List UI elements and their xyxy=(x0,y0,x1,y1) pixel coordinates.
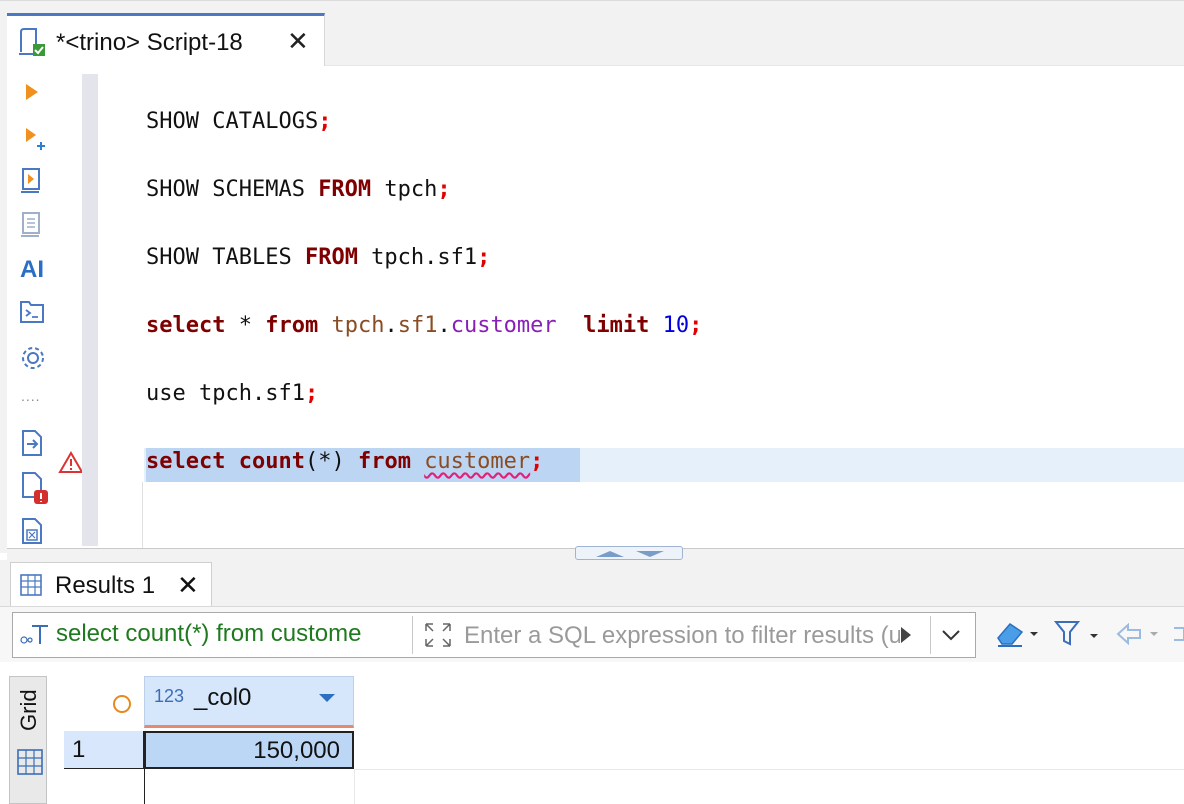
filter-input[interactable] xyxy=(464,617,900,655)
column-sort-chevron-down-icon[interactable] xyxy=(316,690,338,706)
sql-text-icon xyxy=(20,625,48,644)
code-line[interactable]: SHOW TABLES FROM tpch.sf1; xyxy=(146,242,490,274)
filter-divider-2 xyxy=(930,616,931,654)
code-token: SHOW TABLES xyxy=(146,245,305,270)
code-line[interactable]: SHOW SCHEMAS FROM tpch; xyxy=(146,174,451,206)
results-tab-close-icon[interactable]: ✕ xyxy=(177,570,199,601)
execute-statement-icon[interactable] xyxy=(21,80,43,104)
editor-tab-close-icon[interactable]: ✕ xyxy=(287,26,309,57)
sql-script-icon xyxy=(19,28,45,56)
code-line[interactable]: select * from tpch.sf1.customer limit 10… xyxy=(146,310,702,342)
ai-assistant-icon[interactable]: AI xyxy=(20,256,44,284)
code-line[interactable]: select count(*) from customer; xyxy=(146,446,543,478)
execute-in-new-tab-icon[interactable] xyxy=(21,124,49,152)
explain-plan-icon[interactable] xyxy=(20,210,48,240)
select-all-circle-icon[interactable] xyxy=(110,692,134,716)
code-token: ; xyxy=(304,381,319,406)
editor-tab-script[interactable]: *<trino> Script-18 ✕ xyxy=(7,13,325,66)
open-console-icon[interactable] xyxy=(19,298,47,326)
code-token: . xyxy=(384,313,398,338)
code-token: . xyxy=(437,313,451,338)
editor-tab-title: *<trino> Script-18 xyxy=(56,29,243,56)
code-token: use tpch.sf1 xyxy=(146,381,305,406)
code-token: count xyxy=(238,449,305,474)
editor-toolbar: AI .... xyxy=(7,66,82,548)
code-token: ; xyxy=(689,313,703,338)
code-token: (*) xyxy=(304,449,358,474)
code-token: tpch xyxy=(371,177,438,202)
code-token: from xyxy=(357,449,411,474)
gear-icon[interactable] xyxy=(19,344,47,372)
code-token: sf1 xyxy=(397,313,438,338)
code-token: FROM xyxy=(304,245,358,270)
code-line[interactable]: SHOW CATALOGS; xyxy=(146,106,331,138)
column-type-icon: 123 xyxy=(154,686,185,706)
code-token: from xyxy=(265,313,319,338)
table-cell[interactable]: 150,000 xyxy=(144,731,354,769)
expand-icon[interactable] xyxy=(422,620,454,650)
splitter-handle[interactable] xyxy=(575,546,683,560)
collapse-arrows-icon[interactable] xyxy=(592,549,668,559)
execute-script-icon[interactable] xyxy=(20,166,48,196)
editor-gutter xyxy=(82,74,98,546)
filter-icon[interactable] xyxy=(1052,616,1102,652)
cell-value: 150,000 xyxy=(253,737,340,764)
code-token: customer xyxy=(450,313,557,338)
export-icon[interactable] xyxy=(19,428,47,458)
code-token: select xyxy=(146,313,226,338)
active-query-text: select count(*) from custome xyxy=(56,620,362,647)
column-name: _col0 xyxy=(194,684,252,711)
filter-divider xyxy=(412,616,413,654)
code-token: limit xyxy=(583,313,650,338)
code-token: ; xyxy=(530,449,544,474)
results-tab-title: Results 1 xyxy=(55,572,156,599)
row-number: 1 xyxy=(72,736,86,763)
grid-table-icon xyxy=(20,574,42,596)
filter-history-dropdown-icon[interactable] xyxy=(940,628,962,642)
format-icon[interactable] xyxy=(19,516,47,546)
more-icon[interactable]: .... xyxy=(21,388,41,404)
left-border xyxy=(0,13,7,553)
code-token: FROM xyxy=(318,177,372,202)
row-number-cell[interactable]: 1 xyxy=(64,731,144,769)
grid-view-label: Grid xyxy=(16,689,41,731)
results-tab[interactable]: Results 1 ✕ xyxy=(10,562,212,606)
code-token: tpch xyxy=(331,313,385,338)
code-token: ; xyxy=(318,109,332,134)
column-separator xyxy=(354,769,355,804)
code-token: ; xyxy=(437,177,451,202)
code-token: select xyxy=(146,449,226,474)
code-token: SHOW CATALOGS xyxy=(146,109,319,134)
problems-icon[interactable] xyxy=(19,470,51,506)
eraser-icon[interactable] xyxy=(990,616,1040,652)
code-token: customer xyxy=(424,449,531,474)
back-arrow-icon[interactable] xyxy=(1112,616,1184,652)
code-token: SHOW SCHEMAS xyxy=(146,177,319,202)
row-separator xyxy=(354,769,1184,770)
warning-icon xyxy=(58,451,84,473)
grid-icon[interactable] xyxy=(16,748,44,776)
code-token: * xyxy=(225,313,266,338)
apply-filter-icon[interactable] xyxy=(898,624,914,646)
code-line[interactable]: use tpch.sf1; xyxy=(146,378,318,410)
column-separator xyxy=(144,769,145,804)
code-token: 10 xyxy=(662,313,690,338)
code-token: ; xyxy=(477,245,491,270)
editor-margin xyxy=(142,482,143,548)
code-token: tpch.sf1 xyxy=(357,245,478,270)
